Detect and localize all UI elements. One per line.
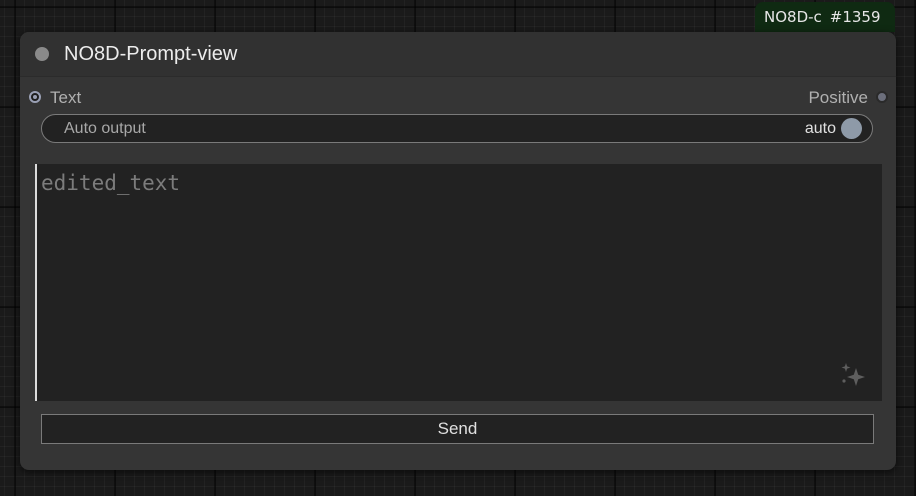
auto-output-toggle[interactable]: Auto output auto — [41, 114, 873, 143]
badge-id: #1359 — [829, 8, 881, 26]
prompt-textarea[interactable] — [35, 164, 882, 401]
node-title: NO8D-Prompt-view — [64, 43, 238, 65]
prompt-view-node[interactable]: NO8D-Prompt-view Text Positive Auto outp… — [20, 32, 896, 470]
output-slot-label: Positive — [808, 88, 868, 107]
toggle-knob[interactable] — [841, 118, 862, 139]
input-slot-dot-icon[interactable] — [29, 91, 41, 103]
toggle-value: auto — [804, 120, 836, 137]
node-id-badge: NO8D-c #1359 — [755, 2, 895, 32]
toggle-label: Auto output — [64, 120, 146, 137]
node-title-bar[interactable]: NO8D-Prompt-view — [20, 32, 896, 77]
send-button[interactable]: Send — [41, 414, 874, 444]
sparkle-icon[interactable] — [838, 360, 868, 390]
collapse-dot-icon[interactable] — [35, 47, 49, 61]
input-slot-label: Text — [50, 88, 82, 107]
badge-name: NO8D-c — [764, 8, 822, 26]
output-slot-dot-icon[interactable] — [876, 91, 888, 103]
